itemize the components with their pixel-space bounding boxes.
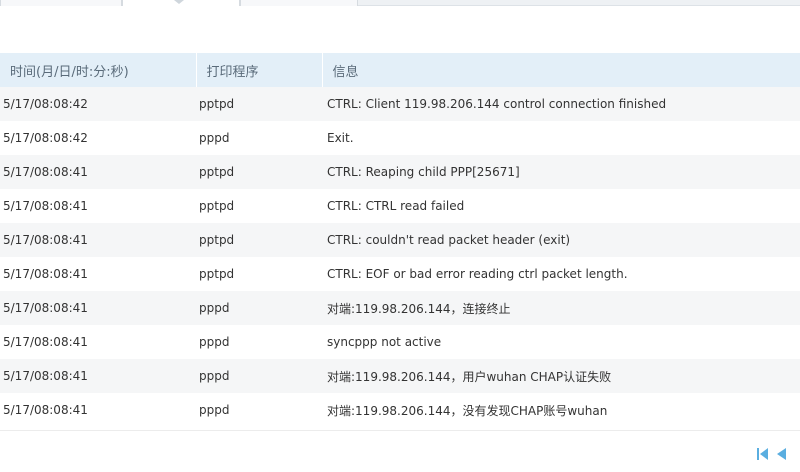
header-program: 打印程序: [195, 53, 322, 87]
cell-time: 5/17/08:08:41: [3, 301, 88, 315]
cell-time: 5/17/08:08:41: [3, 165, 88, 179]
cell-message: 对端:119.98.206.144，连接终止: [327, 301, 511, 316]
header-time: 时间(月/日/时:分:秒): [10, 64, 129, 80]
pager: [756, 447, 788, 461]
cell-message: CTRL: Client 119.98.206.144 control conn…: [327, 97, 667, 111]
log-page: 时间(月/日/时:分:秒) 打印程序 信息 5/17/08:08:42 pptp…: [0, 0, 800, 472]
table-row: 5/17/08:08:42 pptpd CTRL: Client 119.98.…: [0, 87, 800, 121]
log-table: 时间(月/日/时:分:秒) 打印程序 信息 5/17/08:08:42 pptp…: [0, 53, 800, 427]
cell-message: 对端:119.98.206.144，没有发现CHAP账号wuhan: [327, 403, 608, 418]
table-row: 5/17/08:08:41 pptpd CTRL: couldn't read …: [0, 223, 800, 257]
cell-program: pptpd: [199, 267, 235, 281]
first-page-icon[interactable]: [756, 447, 770, 461]
cell-message: CTRL: Reaping child PPP[25671]: [327, 165, 520, 179]
table-bottom-divider: [0, 430, 800, 431]
cell-program: pppd: [199, 131, 230, 145]
cell-time: 5/17/08:08:41: [3, 233, 88, 247]
table-header-row: 时间(月/日/时:分:秒) 打印程序 信息: [0, 53, 800, 87]
table-row: 5/17/08:08:41 pppd 对端:119.98.206.144，没有发…: [0, 393, 800, 427]
cell-message: CTRL: CTRL read failed: [327, 199, 465, 213]
cell-program: pppd: [199, 301, 230, 315]
table-row: 5/17/08:08:41 pppd 对端:119.98.206.144，连接终…: [0, 291, 800, 325]
table-row: 5/17/08:08:41 pppd syncppp not active: [0, 325, 800, 359]
cell-program: pppd: [199, 403, 230, 417]
log-panel: 时间(月/日/时:分:秒) 打印程序 信息 5/17/08:08:42 pptp…: [0, 6, 800, 472]
cell-time: 5/17/08:08:41: [3, 199, 88, 213]
cell-time: 5/17/08:08:41: [3, 403, 88, 417]
active-tab-indicator: [174, 0, 184, 4]
table-row: 5/17/08:08:41 pppd 对端:119.98.206.144，用户w…: [0, 359, 800, 393]
cell-program: pptpd: [199, 233, 235, 247]
prev-page-icon[interactable]: [774, 447, 788, 461]
cell-time: 5/17/08:08:42: [3, 131, 88, 145]
cell-time: 5/17/08:08:41: [3, 335, 88, 349]
cell-message: Exit.: [327, 131, 354, 145]
table-row: 5/17/08:08:42 pppd Exit.: [0, 121, 800, 155]
header-message: 信息: [321, 53, 800, 87]
cell-message: syncppp not active: [327, 335, 442, 349]
table-row: 5/17/08:08:41 pptpd CTRL: CTRL read fail…: [0, 189, 800, 223]
cell-time: 5/17/08:08:42: [3, 97, 88, 111]
cell-time: 5/17/08:08:41: [3, 267, 88, 281]
cell-program: pptpd: [199, 199, 235, 213]
cell-program: pppd: [199, 369, 230, 383]
table-row: 5/17/08:08:41 pptpd CTRL: EOF or bad err…: [0, 257, 800, 291]
cell-time: 5/17/08:08:41: [3, 369, 88, 383]
cell-message: CTRL: EOF or bad error reading ctrl pack…: [327, 267, 628, 281]
cell-message: CTRL: couldn't read packet header (exit): [327, 233, 571, 247]
cell-message: 对端:119.98.206.144，用户wuhan CHAP认证失败: [327, 369, 612, 384]
cell-program: pptpd: [199, 97, 235, 111]
table-row: 5/17/08:08:41 pptpd CTRL: Reaping child …: [0, 155, 800, 189]
cell-program: pppd: [199, 335, 230, 349]
cell-program: pptpd: [199, 165, 235, 179]
